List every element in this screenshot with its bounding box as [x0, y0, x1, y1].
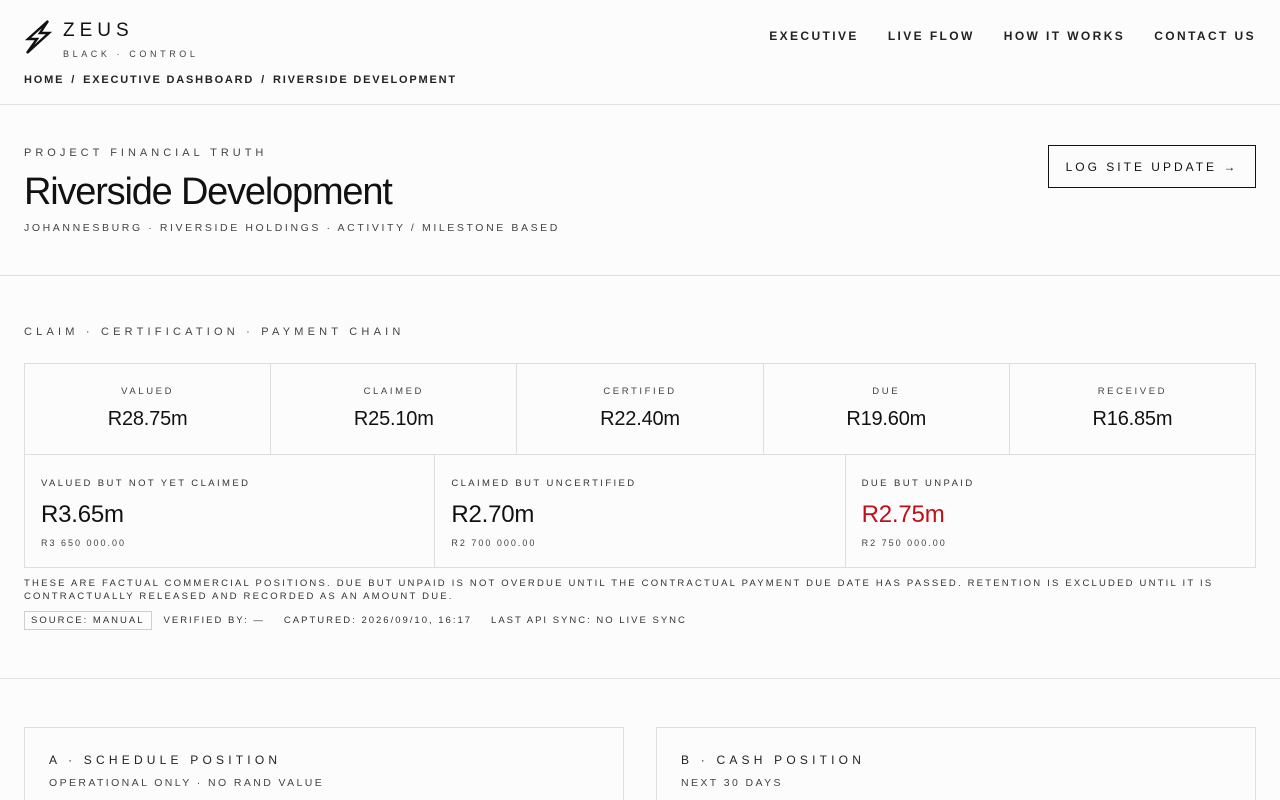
stage-certified: CERTIFIED R22.40m: [517, 364, 764, 454]
lightning-bolt-icon: [24, 20, 52, 54]
gap-valued-not-claimed: VALUED BUT NOT YET CLAIMED R3.65m R3 650…: [25, 455, 436, 567]
chain-section-label: CLAIM · CERTIFICATION · PAYMENT CHAIN: [24, 326, 405, 338]
breadcrumb-separator: /: [71, 74, 77, 86]
captured-timestamp: CAPTURED: 2026/09/10, 16:17: [283, 615, 473, 626]
gap-value: R2.70m: [451, 501, 535, 528]
stage-due: DUE R19.60m: [764, 364, 1010, 454]
header-divider: [0, 104, 1280, 105]
brand-tagline: BLACK · CONTROL: [63, 49, 199, 59]
stage-value: R16.85m: [1092, 408, 1173, 430]
source-badge: SOURCE: MANUAL: [24, 611, 152, 630]
hero-divider: [0, 275, 1280, 276]
card-subtitle: OPERATIONAL ONLY · NO RAND VALUE: [49, 777, 325, 789]
breadcrumb-executive-dashboard[interactable]: EXECUTIVE DASHBOARD: [83, 74, 254, 86]
gap-exact-amount: R3 650 000.00: [41, 538, 127, 548]
gap-label: DUE BUT UNPAID: [861, 478, 975, 489]
gap-claimed-uncertified: CLAIMED BUT UNCERTIFIED R2.70m R2 700 00…: [435, 455, 846, 567]
stage-label: VALUED: [121, 386, 175, 397]
page-title: Riverside Development: [24, 171, 393, 213]
gap-value: R3.65m: [41, 501, 124, 528]
card-subtitle: NEXT 30 DAYS: [681, 777, 783, 789]
breadcrumb-current: RIVERSIDE DEVELOPMENT: [273, 74, 457, 86]
gap-label: VALUED BUT NOT YET CLAIMED: [41, 478, 251, 489]
gap-value-alert: R2.75m: [861, 501, 945, 528]
brand-text: ZEUS BLACK · CONTROL: [63, 19, 199, 60]
stage-valued: VALUED R28.75m: [25, 364, 272, 454]
brand-logo[interactable]: ZEUS BLACK · CONTROL: [24, 19, 199, 60]
chain-stages: VALUED R28.75m CLAIMED R25.10m CERTIFIED…: [24, 363, 1256, 455]
log-site-update-button[interactable]: LOG SITE UPDATE →: [1048, 145, 1256, 188]
last-api-sync: LAST API SYNC: NO LIVE SYNC: [491, 615, 687, 626]
stage-value: R25.10m: [353, 408, 434, 430]
chain-gaps: VALUED BUT NOT YET CLAIMED R3.65m R3 650…: [24, 454, 1256, 568]
nav-how-it-works[interactable]: HOW IT WORKS: [1004, 29, 1125, 43]
provenance-meta: SOURCE: MANUAL VERIFIED BY: — CAPTURED: …: [24, 611, 706, 630]
main-nav: EXECUTIVE LIVE FLOW HOW IT WORKS CONTACT…: [769, 29, 1256, 43]
stage-label: CERTIFIED: [603, 386, 677, 397]
stage-value: R19.60m: [846, 408, 927, 430]
page-eyebrow: PROJECT FINANCIAL TRUTH: [24, 147, 268, 159]
gap-exact-amount: R2 700 000.00: [451, 538, 537, 548]
brand-name: ZEUS: [63, 20, 134, 41]
breadcrumb-home[interactable]: HOME: [24, 74, 64, 86]
card-title: A · SCHEDULE POSITION: [49, 753, 282, 767]
gap-label: CLAIMED BUT UNCERTIFIED: [451, 478, 637, 489]
stage-received: RECEIVED R16.85m: [1010, 364, 1255, 454]
schedule-position-card: A · SCHEDULE POSITION OPERATIONAL ONLY ·…: [24, 727, 624, 800]
nav-executive[interactable]: EXECUTIVE: [769, 29, 859, 43]
verified-by: VERIFIED BY: —: [163, 615, 265, 626]
nav-contact-us[interactable]: CONTACT US: [1154, 29, 1256, 43]
breadcrumb: HOME / EXECUTIVE DASHBOARD / RIVERSIDE D…: [24, 74, 457, 86]
stage-label: DUE: [872, 386, 901, 397]
stage-value: R22.40m: [600, 408, 680, 430]
nav-live-flow[interactable]: LIVE FLOW: [888, 29, 975, 43]
gap-due-unpaid: DUE BUT UNPAID R2.75m R2 750 000.00: [846, 455, 1255, 567]
stage-label: CLAIMED: [363, 386, 425, 397]
chain-divider: [0, 678, 1280, 679]
cash-position-card: B · CASH POSITION NEXT 30 DAYS: [656, 727, 1256, 800]
breadcrumb-separator: /: [261, 74, 267, 86]
card-title: B · CASH POSITION: [681, 753, 866, 767]
stage-label: RECEIVED: [1097, 386, 1168, 397]
page-subtitle: JOHANNESBURG · RIVERSIDE HOLDINGS · ACTI…: [24, 222, 560, 234]
stage-value: R28.75m: [107, 408, 188, 430]
stage-claimed: CLAIMED R25.10m: [271, 364, 518, 454]
chain-disclaimer: THESE ARE FACTUAL COMMERCIAL POSITIONS. …: [24, 578, 1214, 602]
gap-exact-amount: R2 750 000.00: [861, 538, 947, 548]
